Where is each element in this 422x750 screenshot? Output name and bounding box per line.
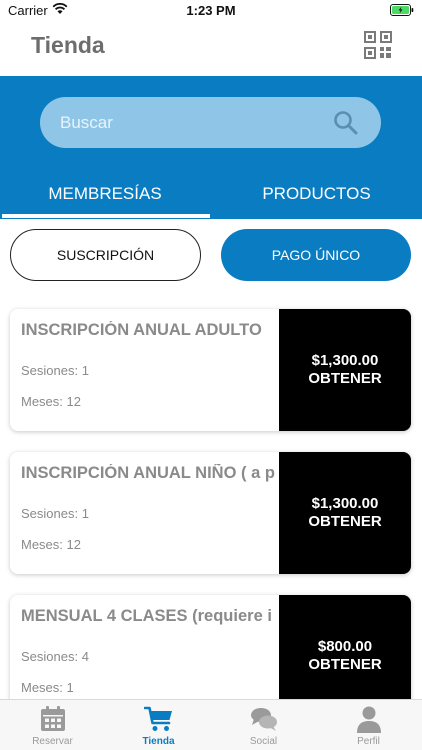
- meses-value: 12: [66, 537, 81, 552]
- app-header: Tienda: [0, 22, 422, 76]
- tabbar-tienda[interactable]: Tienda: [106, 700, 211, 750]
- search-icon[interactable]: [333, 110, 358, 135]
- obtener-label: OBTENER: [308, 370, 382, 387]
- meses-label: Meses:: [21, 537, 63, 552]
- calendar-icon: [41, 706, 65, 731]
- cart-icon: [144, 706, 172, 731]
- tabbar-label: Perfil: [357, 736, 380, 747]
- membership-card[interactable]: INSCRIPCIÓN ANUAL NIÑO ( a p Sesiones: 1…: [10, 452, 411, 574]
- store-top-panel: MEMBRESÍAS PRODUCTOS: [0, 76, 422, 219]
- meses-label: Meses:: [21, 394, 63, 409]
- search-bar[interactable]: [40, 97, 381, 148]
- tabbar-reservar[interactable]: Reservar: [0, 700, 105, 750]
- card-sesiones: Sesiones: 4: [21, 649, 89, 664]
- obtener-button[interactable]: $1,300.00 OBTENER: [279, 309, 411, 431]
- search-input[interactable]: [60, 97, 320, 148]
- card-price: $1,300.00: [311, 352, 379, 369]
- chat-bubbles-icon: [251, 708, 277, 731]
- active-tab-indicator: [2, 214, 210, 218]
- qr-code-icon[interactable]: [364, 31, 392, 59]
- tab-membresias[interactable]: MEMBRESÍAS: [0, 184, 210, 208]
- membership-card[interactable]: INSCRIPCIÓN ANUAL ADULTO Sesiones: 1 Mes…: [10, 309, 411, 431]
- meses-label: Meses:: [21, 680, 63, 695]
- pago-unico-button[interactable]: PAGO ÚNICO: [221, 229, 411, 281]
- card-meses: Meses: 12: [21, 394, 81, 409]
- bottom-tab-bar: Reservar Tienda Social Perfil: [0, 699, 422, 750]
- card-sesiones: Sesiones: 1: [21, 506, 89, 521]
- obtener-button[interactable]: $1,300.00 OBTENER: [279, 452, 411, 574]
- sesiones-label: Sesiones:: [21, 649, 79, 664]
- tabbar-label: Social: [249, 736, 278, 747]
- meses-value: 1: [66, 680, 74, 695]
- sesiones-value: 1: [81, 363, 89, 378]
- card-meses: Meses: 1: [21, 680, 74, 695]
- obtener-label: OBTENER: [308, 656, 382, 673]
- card-title: INSCRIPCIÓN ANUAL ADULTO: [21, 321, 262, 339]
- card-sesiones: Sesiones: 1: [21, 363, 89, 378]
- tabbar-social[interactable]: Social: [211, 700, 316, 750]
- sesiones-value: 1: [81, 506, 89, 521]
- tab-productos[interactable]: PRODUCTOS: [211, 184, 422, 208]
- card-title: MENSUAL 4 CLASES (requiere i: [21, 607, 272, 625]
- page-title: Tienda: [31, 32, 105, 58]
- tabbar-label: Tienda: [142, 736, 175, 747]
- card-price: $1,300.00: [311, 495, 379, 512]
- card-price: $800.00: [317, 638, 373, 655]
- sesiones-label: Sesiones:: [21, 506, 79, 521]
- meses-value: 12: [66, 394, 81, 409]
- tabbar-perfil[interactable]: Perfil: [316, 700, 421, 750]
- card-meses: Meses: 12: [21, 537, 81, 552]
- sesiones-value: 4: [81, 649, 89, 664]
- person-icon: [357, 706, 381, 733]
- obtener-label: OBTENER: [308, 513, 382, 530]
- card-title: INSCRIPCIÓN ANUAL NIÑO ( a p: [21, 464, 275, 482]
- tabbar-label: Reservar: [32, 736, 73, 747]
- sesiones-label: Sesiones:: [21, 363, 79, 378]
- status-time: 1:23 PM: [186, 3, 236, 18]
- status-bar: Carrier 1:23 PM: [0, 0, 422, 22]
- battery-icon: [390, 4, 414, 16]
- suscripcion-button[interactable]: SUSCRIPCIÓN: [10, 229, 201, 281]
